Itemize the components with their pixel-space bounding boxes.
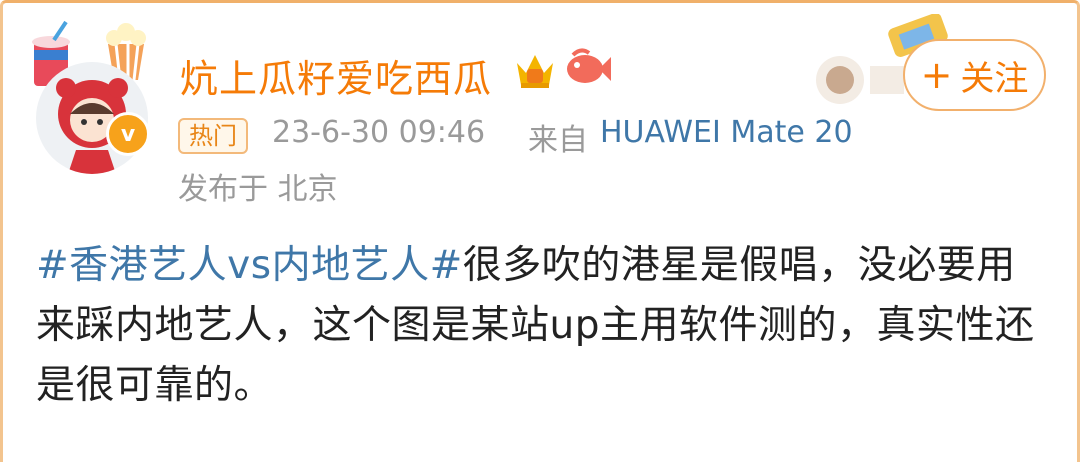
follow-label: 关注 bbox=[960, 58, 1029, 99]
source-device-link[interactable]: HUAWEI Mate 20 bbox=[600, 115, 853, 150]
plus-icon: + bbox=[920, 53, 953, 97]
hashtag-link[interactable]: #香港艺人vs内地艺人# bbox=[36, 243, 463, 288]
username[interactable]: 炕上瓜籽爱吃西瓜 bbox=[180, 48, 492, 103]
post-time: 23-6-30 09:46 bbox=[272, 115, 486, 150]
fish-icon bbox=[567, 48, 611, 83]
post-content: #香港艺人vs内地艺人#很多吹的港星是假唱，没必要用来踩内地艺人，这个图是某站u… bbox=[36, 236, 1046, 416]
crown-icon bbox=[517, 55, 553, 88]
hot-tag: 热门 bbox=[178, 118, 248, 154]
verified-badge-icon: v bbox=[106, 112, 150, 156]
post-location: 发布于 北京 bbox=[178, 172, 338, 207]
source-label: 来自 bbox=[528, 123, 588, 158]
follow-button[interactable]: + 关注 bbox=[903, 39, 1046, 111]
